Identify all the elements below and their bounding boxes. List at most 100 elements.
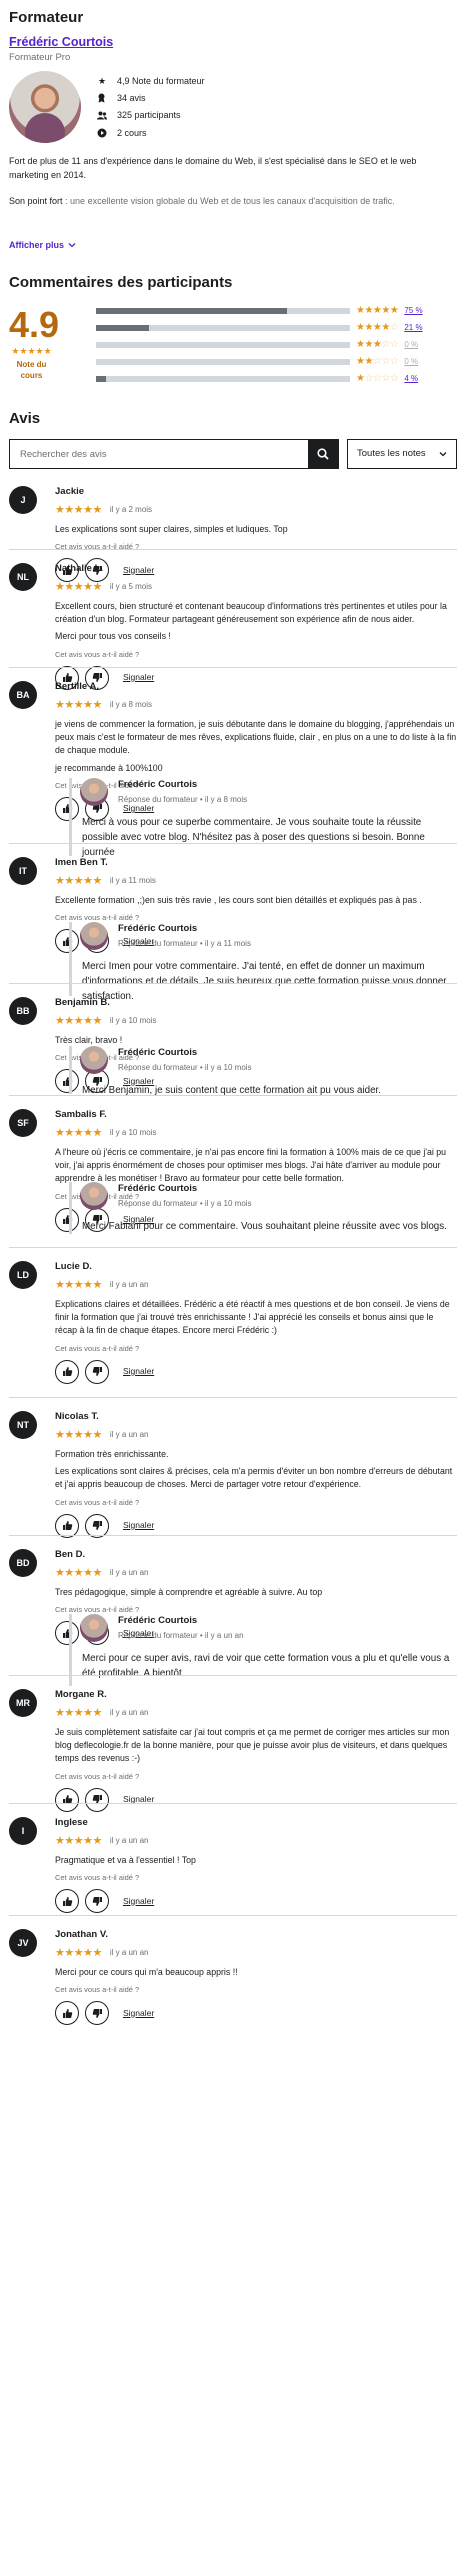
reviews-list: J Jackie ★★★★★ il y a 2 mois Les explication… [9, 473, 457, 2026]
review-search-input[interactable] [10, 440, 308, 469]
rating-bar-percent[interactable]: 4 % [404, 374, 418, 385]
helpful-yes-button[interactable] [55, 1889, 79, 1914]
instructor-avatar[interactable] [9, 70, 81, 143]
review-item: NT Nicolas T. ★★★★★ il y a un an Formation t… [9, 1397, 457, 1538]
reviewer-name: Imen Ben T. [55, 857, 108, 869]
helpful-no-button[interactable] [85, 2001, 109, 2026]
rating-bar-fill [96, 376, 107, 383]
instructor-strength: Son point fort : une excellente vision g… [9, 195, 457, 209]
responder-name: Frédéric Courtois [118, 923, 198, 935]
search-button[interactable] [308, 440, 338, 469]
response-date: il y a un an [204, 1630, 244, 1640]
reviewer-avatar: IT [9, 857, 37, 886]
response-text: Merci Fabiani pour ce commentaire. Vous … [82, 1221, 447, 1233]
report-link[interactable]: Signaler [123, 1366, 154, 1377]
helpful-no-button[interactable] [85, 1889, 109, 1914]
responder-name: Frédéric Courtois [118, 1183, 198, 1195]
helpful-yes-button[interactable] [55, 1513, 79, 1538]
helpful-no-button[interactable] [85, 1513, 109, 1538]
instructor-stat-students: 325 participants [97, 109, 205, 121]
play-circle-icon [97, 128, 107, 138]
reviewer-avatar: J [9, 486, 37, 515]
thumbs-up-icon [62, 1366, 73, 1377]
star-icon: ★ [97, 76, 107, 87]
review-stars-icon: ★★★★★ [55, 1127, 102, 1140]
response-date: il y a 8 mois [204, 794, 248, 804]
review-text: Pragmatique et va à l'essentiel ! Top [55, 1855, 196, 1866]
instructor-stat-text: 2 cours [117, 127, 147, 138]
review-date: il y a un an [109, 1836, 149, 1846]
reviewer-name: Nathalie L. [55, 563, 104, 575]
review-date: il y a un an [109, 1430, 149, 1440]
rating-filter-select[interactable]: Toutes les notes [347, 439, 457, 470]
responder-name: Frédéric Courtois [118, 1047, 198, 1059]
review-date: il y a 5 mois [109, 582, 153, 592]
helpful-yes-button[interactable] [55, 2001, 79, 2026]
report-link[interactable]: Signaler [123, 2008, 154, 2019]
rating-bar-stars-icon: ★☆☆☆☆ [356, 373, 399, 385]
search-icon [317, 448, 329, 461]
helpful-yes-button[interactable] [55, 1359, 79, 1384]
review-text: Tres pédagogique, simple à comprendre et… [55, 1587, 323, 1598]
responder-avatar [80, 922, 108, 951]
course-rating-summary: 4.9 ★★★★★ Note du cours [9, 303, 59, 385]
response-label: Réponse du formateur [118, 1062, 198, 1072]
instructor-stat-courses: 2 cours [97, 127, 205, 139]
review-item: BB Benjamin B. ★★★★★ il y a 10 mois Très cla… [9, 983, 457, 1096]
helpful-no-button[interactable] [85, 1359, 109, 1384]
instructor-name-link[interactable]: Frédéric Courtois [9, 34, 113, 51]
review-date: il y a 10 mois [109, 1128, 157, 1138]
response-date: il y a 10 mois [204, 1062, 252, 1072]
helpful-question: Cet avis vous a-t-il aidé ? [55, 1343, 140, 1353]
rating-breakdown: ★★★★★ 75 % ★★★★☆ 21 % ★★★☆☆ 0 % ★★☆☆☆ 0 % ★☆☆☆☆ 4… [96, 305, 457, 385]
review-stars-icon: ★★★★★ [55, 699, 102, 712]
reviewer-name: Lucie D. [55, 1261, 92, 1273]
instructor-response: Frédéric Courtois Réponse du formateur • … [69, 1046, 457, 1096]
rating-bar-fill [96, 308, 287, 315]
rating-bar-track [96, 325, 350, 332]
response-label: Réponse du formateur [118, 1198, 198, 1208]
instructor-stat-reviews: 34 avis [97, 92, 205, 104]
rating-bar-row[interactable]: ★☆☆☆☆ 4 % [96, 373, 457, 385]
review-text: Les explications sont super claires, sim… [55, 524, 288, 535]
rating-filter-label: Toutes les notes [357, 447, 426, 459]
responder-avatar [80, 778, 108, 807]
reviewer-name: Benjamin B. [55, 997, 110, 1009]
response-divider [69, 1182, 72, 1235]
review-item: SF Sambalis F. ★★★★★ il y a 10 mois A l'heur… [9, 1095, 457, 1247]
instructor-bio: Fort de plus de 11 ans d'expérience dans… [9, 155, 417, 180]
reviewer-avatar: MR [9, 1689, 37, 1718]
rating-bar-percent[interactable]: 0 % [404, 340, 418, 351]
instructor-strength-text: : une excellente vision globale du Web e… [62, 195, 395, 206]
thumbs-down-icon [92, 1366, 103, 1377]
reviewer-name: Ben D. [55, 1549, 86, 1561]
responder-avatar [80, 1046, 108, 1075]
review-item: J Jackie ★★★★★ il y a 2 mois Les explication… [9, 473, 457, 583]
thumbs-down-icon [92, 2008, 103, 2019]
review-text: Formation très enrichissante. [55, 1449, 169, 1460]
show-more-button[interactable]: Afficher plus [9, 239, 457, 251]
rating-bar-stars-icon: ★★★★☆ [356, 322, 399, 334]
reviews-heading: Avis [9, 410, 41, 428]
instructor-title: Formateur Pro [9, 52, 71, 64]
review-stars-icon: ★★★★★ [55, 1947, 102, 1960]
rating-bar-row[interactable]: ★★☆☆☆ 0 % [96, 356, 457, 368]
rating-bar-stars-icon: ★★☆☆☆ [356, 356, 399, 368]
rating-bar-percent[interactable]: 21 % [404, 323, 422, 334]
review-date: il y a un an [109, 1280, 149, 1290]
review-date: il y a 2 mois [109, 505, 153, 515]
course-reviews-page: Formateur Frédéric Courtois Formateur Pr… [0, 0, 466, 2560]
instructor-stat-text: 34 avis [117, 93, 146, 104]
rating-bar-row[interactable]: ★★★★★ 75 % [96, 305, 457, 317]
rating-bar-percent[interactable]: 0 % [404, 357, 418, 368]
rating-bar-percent[interactable]: 75 % [404, 306, 422, 317]
review-stars-icon: ★★★★★ [55, 875, 102, 888]
review-text: A l'heure où j'écris ce commentaire, je … [55, 1147, 447, 1184]
rating-bar-row[interactable]: ★★★★☆ 21 % [96, 322, 457, 334]
review-stars-icon: ★★★★★ [55, 1279, 102, 1292]
rating-bar-row[interactable]: ★★★☆☆ 0 % [96, 339, 457, 351]
report-link[interactable]: Signaler [123, 1520, 154, 1531]
instructor-stat-text: 325 participants [117, 110, 181, 121]
report-link[interactable]: Signaler [123, 1896, 154, 1907]
helpful-question: Cet avis vous a-t-il aidé ? [55, 1771, 140, 1781]
